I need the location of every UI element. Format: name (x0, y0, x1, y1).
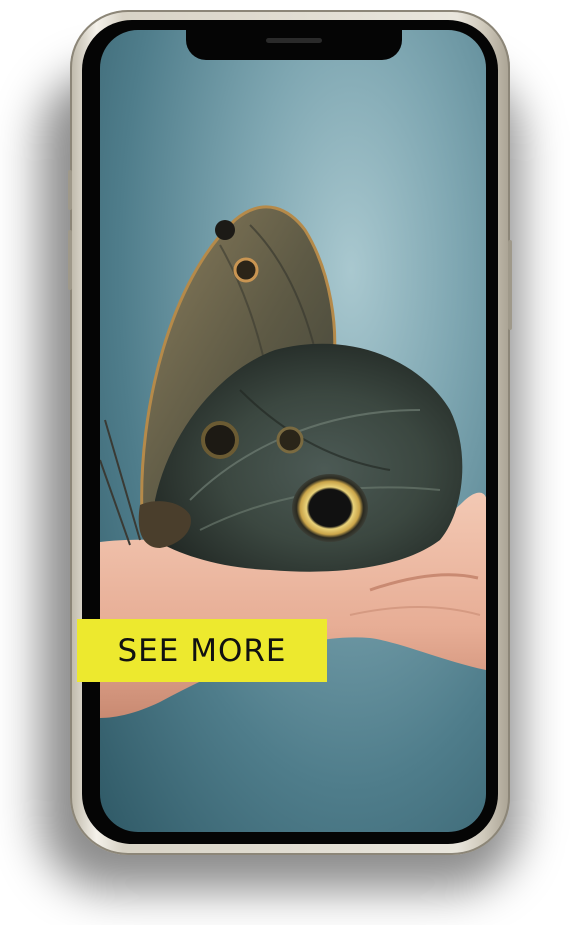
see-more-label: SEE MORE (117, 632, 287, 669)
see-more-button[interactable]: SEE MORE (77, 619, 327, 682)
phone-speaker (266, 38, 322, 43)
phone-side-button (68, 170, 72, 210)
phone-screen (100, 30, 486, 832)
device-mockup-scene: SEE MORE (0, 0, 572, 925)
phone-power-button (508, 240, 512, 330)
phone-side-button (68, 230, 72, 290)
phone-notch (186, 28, 402, 60)
